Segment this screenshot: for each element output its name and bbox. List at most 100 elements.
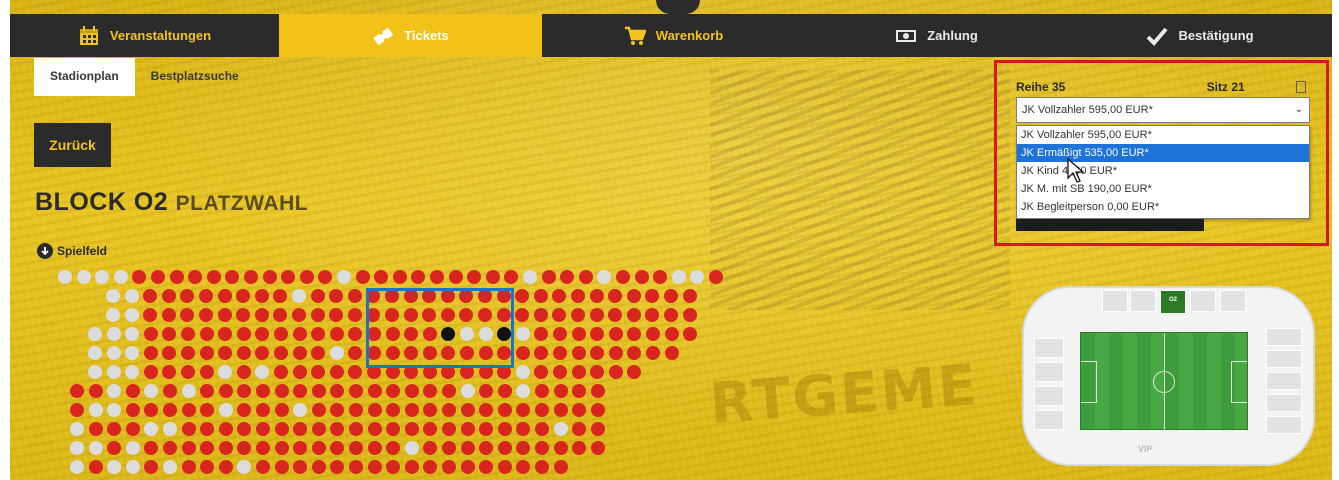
seat-free[interactable] (95, 270, 110, 284)
seat-free[interactable] (293, 403, 308, 417)
seat-taken (237, 441, 252, 455)
stadium-block[interactable] (1034, 362, 1064, 382)
seat-free[interactable] (106, 365, 121, 379)
stadium-block[interactable] (1266, 416, 1302, 434)
seat-free[interactable] (107, 384, 122, 398)
seat-free[interactable] (106, 289, 120, 303)
seat-free[interactable] (690, 270, 705, 284)
seat-free[interactable] (515, 365, 530, 379)
stadium-block[interactable] (1034, 338, 1064, 358)
option-m-mit-sb[interactable]: JK M. mit SB 190,00 EUR* (1017, 180, 1309, 198)
seat-free[interactable] (237, 460, 252, 474)
seat-free[interactable] (181, 384, 196, 398)
option-ermaessigt[interactable]: JK Ermäßigt 535,00 EUR* (1017, 144, 1309, 162)
seat-taken (311, 441, 326, 455)
seat-free[interactable] (329, 346, 344, 360)
stadium-block[interactable] (1034, 386, 1064, 406)
seat-taken (163, 384, 177, 398)
stadium-block[interactable] (1034, 410, 1064, 430)
seat-taken (144, 460, 159, 474)
stadium-block[interactable] (1266, 372, 1302, 390)
seat-free[interactable] (597, 270, 612, 284)
seat-free[interactable] (144, 384, 159, 398)
seat-free[interactable] (107, 403, 122, 417)
seat-taken (349, 441, 363, 455)
seat-free[interactable] (106, 346, 121, 360)
seat-taken (515, 308, 530, 322)
seat-free[interactable] (255, 365, 270, 379)
stadium-block[interactable] (1220, 290, 1246, 312)
seat-free[interactable] (70, 460, 84, 474)
seat-taken (181, 327, 195, 341)
seat-taken (535, 403, 549, 417)
seat-free[interactable] (218, 403, 233, 417)
seat-free[interactable] (523, 270, 537, 284)
seat-taken (355, 270, 370, 284)
seat-taken (553, 384, 568, 398)
seat-taken (143, 308, 158, 322)
trash-icon[interactable] (1296, 81, 1306, 93)
stadium-block[interactable] (1266, 394, 1302, 412)
option-begleitperson[interactable]: JK Begleitperson 0,00 EUR* (1017, 198, 1309, 216)
seat-free[interactable] (125, 460, 140, 474)
seat-taken (125, 422, 140, 436)
seat-taken (349, 403, 363, 417)
stadium-block-selected[interactable]: O2 (1160, 290, 1186, 314)
seat-free[interactable] (218, 365, 233, 379)
seat-taken (236, 365, 251, 379)
seat-free[interactable] (88, 403, 103, 417)
stadium-block[interactable] (1102, 290, 1128, 312)
stadium-block[interactable] (1266, 328, 1302, 346)
seat-free[interactable] (144, 422, 159, 436)
seat-free[interactable] (404, 441, 419, 455)
seat-free[interactable] (70, 422, 84, 436)
seat-free[interactable] (88, 346, 102, 360)
seat-free[interactable] (125, 441, 140, 455)
seat-taken (386, 441, 401, 455)
seat-free[interactable] (125, 327, 140, 341)
seat-free[interactable] (292, 289, 306, 303)
seat-free[interactable] (553, 422, 568, 436)
pitch-penalty-box-right (1231, 361, 1247, 403)
seat-taken (553, 460, 568, 474)
seat-free[interactable] (107, 460, 122, 474)
seat-free[interactable] (516, 384, 531, 398)
stadium-block[interactable] (1130, 290, 1156, 312)
seat-free[interactable] (88, 327, 102, 341)
seat-free[interactable] (70, 441, 84, 455)
seat-free[interactable] (88, 365, 102, 379)
seat-taken (430, 270, 444, 284)
seat-free[interactable] (124, 308, 139, 322)
option-vollzahler[interactable]: JK Vollzahler 595,00 EUR* (1017, 126, 1309, 144)
seat-taken (646, 327, 660, 341)
price-category-select[interactable]: JK Vollzahler 595,00 EUR* ⌄ (1016, 97, 1310, 123)
seat-free[interactable] (163, 460, 177, 474)
seat-taken (255, 327, 270, 341)
seat-taken (329, 308, 344, 322)
option-kind[interactable]: JK Kind 4 ,00 EUR* (1017, 162, 1309, 180)
seat-free[interactable] (106, 308, 120, 322)
seat-free[interactable] (76, 270, 91, 284)
seat-free[interactable] (58, 270, 72, 284)
seat-taken (311, 384, 326, 398)
seat-free[interactable] (125, 346, 140, 360)
add-to-cart-button[interactable] (1016, 219, 1204, 231)
seat-free[interactable] (515, 327, 530, 341)
stadium-block[interactable] (1190, 290, 1216, 312)
seat-free[interactable] (113, 270, 128, 284)
seat-taken (237, 422, 252, 436)
seat-free[interactable] (460, 384, 475, 398)
stadium-block[interactable] (1266, 350, 1302, 368)
seat-free[interactable] (671, 270, 686, 284)
seat-free[interactable] (125, 365, 140, 379)
seat-taken (347, 308, 362, 322)
seat-free[interactable] (337, 270, 351, 284)
seat-free[interactable] (106, 327, 121, 341)
seat-free[interactable] (163, 422, 177, 436)
stadium-overview-map[interactable]: O2 VIP (1022, 286, 1315, 466)
seat-taken (236, 308, 251, 322)
seat-taken (627, 327, 642, 341)
seat-free[interactable] (124, 289, 139, 303)
seat-taken (645, 289, 660, 303)
seat-free[interactable] (88, 441, 103, 455)
